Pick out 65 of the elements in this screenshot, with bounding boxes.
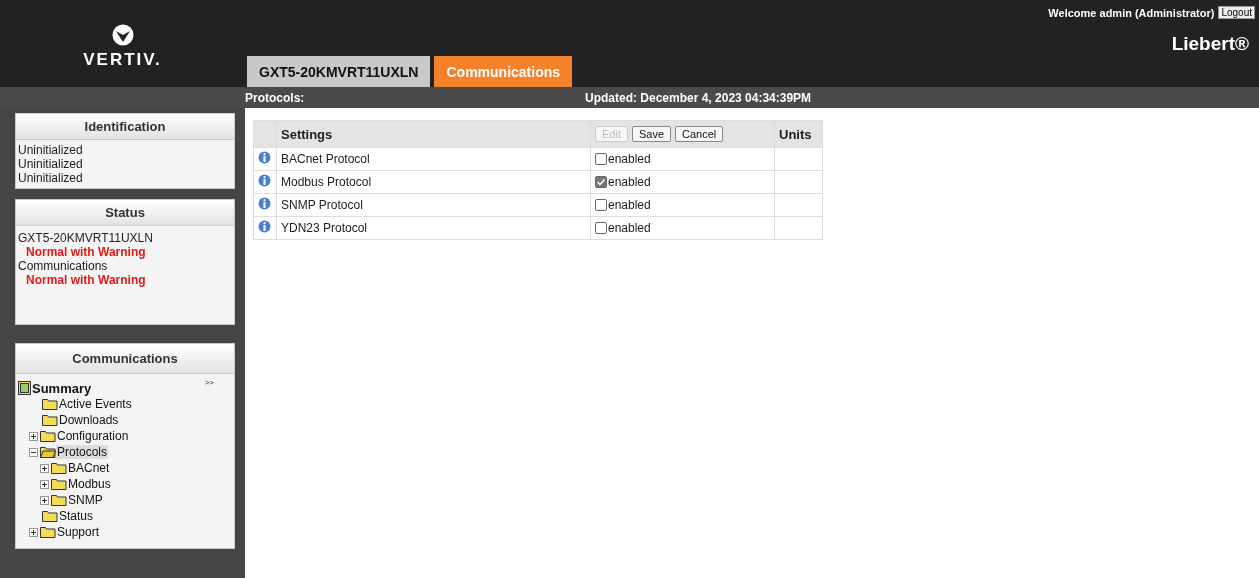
table-cell: Modbus Protocol — [276, 170, 591, 194]
table-cell: BACnet Protocol — [276, 147, 591, 171]
column-header: Settings — [276, 120, 591, 148]
expand-icon[interactable] — [40, 479, 49, 489]
info-icon[interactable] — [258, 197, 271, 210]
checkbox-label: enabled — [608, 221, 651, 235]
status-state: Normal with Warning — [25, 245, 147, 259]
tab[interactable]: GXT5-20KMVRT11UXLN — [247, 56, 431, 87]
tree-item[interactable]: Status — [58, 509, 95, 523]
tree-item[interactable]: SNMP — [67, 493, 104, 507]
panel-title: Identification — [16, 114, 234, 140]
checkbox[interactable] — [595, 176, 607, 188]
identification-line: Uninitialized — [18, 171, 84, 185]
checkbox-label: enabled — [608, 152, 651, 166]
tree-item[interactable]: Protocols — [56, 445, 109, 459]
tree-item[interactable]: Summary — [31, 380, 93, 396]
tree-item[interactable]: Downloads — [58, 413, 120, 427]
checkbox-label: enabled — [608, 198, 651, 212]
folder-icon — [42, 398, 58, 410]
logout-button[interactable]: Logout — [1218, 6, 1255, 19]
table-cell: SNMP Protocol — [276, 193, 591, 217]
identification-line: Uninitialized — [18, 157, 84, 171]
checkbox-label: enabled — [608, 175, 651, 189]
table-cell: YDN23 Protocol — [276, 216, 591, 240]
folder-icon — [51, 478, 67, 490]
updated-text: Updated: December 4, 2023 04:34:39PM — [585, 90, 813, 105]
logo-icon — [111, 23, 134, 46]
checkbox[interactable] — [595, 153, 607, 165]
tree-item[interactable]: Active Events — [58, 397, 133, 411]
identification-line: Uninitialized — [18, 143, 84, 157]
tree-item[interactable]: Support — [56, 525, 101, 539]
status-state: Normal with Warning — [25, 273, 147, 287]
info-icon[interactable] — [258, 174, 271, 187]
expand-icon[interactable] — [40, 463, 49, 473]
status-name: Communications — [18, 259, 109, 273]
folder-icon — [40, 430, 56, 442]
welcome-text: Welcome admin (Administrator) — [1048, 6, 1215, 19]
status-name: GXT5-20KMVRT11UXLN — [18, 231, 154, 245]
folder-icon — [42, 414, 58, 426]
table-button[interactable]: Save — [631, 126, 672, 142]
expand-icon[interactable] — [40, 495, 49, 505]
folder-icon — [51, 462, 67, 474]
book-icon — [18, 381, 31, 395]
expand-icon[interactable] — [29, 431, 38, 441]
panel-title: Communications — [16, 344, 234, 374]
checkbox[interactable] — [595, 199, 607, 211]
tree-item[interactable]: Modbus — [67, 477, 112, 491]
collapse-icon[interactable] — [29, 447, 38, 457]
open-folder-icon — [40, 446, 56, 458]
info-icon[interactable] — [258, 220, 271, 233]
info-icon[interactable] — [258, 151, 271, 164]
expand-toggle[interactable]: >> — [204, 378, 214, 387]
expand-icon[interactable] — [29, 527, 38, 537]
table-button[interactable]: Cancel — [675, 126, 724, 142]
panel-title: Status — [16, 200, 234, 226]
brand-text: Liebert® — [1171, 33, 1249, 55]
folder-icon — [42, 510, 58, 522]
folder-icon — [40, 526, 56, 538]
tree-item[interactable]: BACnet — [67, 461, 111, 475]
column-header: Units — [774, 120, 823, 148]
folder-icon — [51, 494, 67, 506]
tree-item[interactable]: Configuration — [56, 429, 130, 443]
page-title: Protocols: — [245, 90, 306, 105]
logo-text: VERTIV. — [83, 49, 162, 70]
checkbox[interactable] — [595, 222, 607, 234]
